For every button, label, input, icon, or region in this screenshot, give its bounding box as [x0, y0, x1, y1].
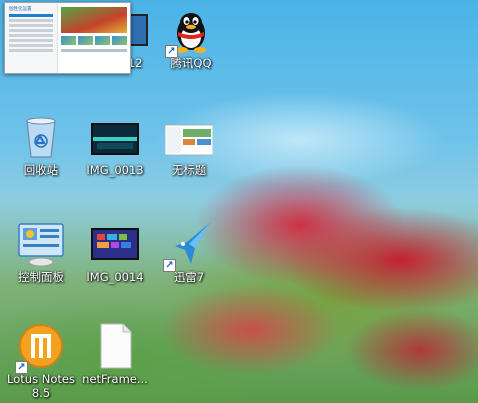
preview-theme-swatch — [61, 36, 76, 45]
recycle-bin-icon — [17, 113, 65, 161]
desktop-icon-recycle-bin[interactable]: 回收站 — [3, 113, 79, 177]
preview-title: 個性化設置 — [9, 7, 32, 12]
desktop-icon-label: 无标题 — [171, 163, 207, 177]
desktop-icon-label: 腾讯QQ — [170, 56, 212, 70]
window-preview-popup[interactable]: 個性化設置 — [4, 2, 131, 74]
picture-icon — [91, 113, 139, 161]
preview-theme-swatch — [112, 36, 127, 45]
preview-row — [9, 49, 53, 52]
xunlei-bird-icon: ↗ — [163, 220, 213, 272]
preview-row — [9, 14, 53, 17]
preview-bottom-bar — [61, 49, 127, 52]
preview-row — [9, 34, 53, 37]
control-panel-icon — [17, 220, 65, 268]
shortcut-arrow-icon: ↗ — [163, 259, 176, 272]
preview-row — [9, 44, 53, 47]
desktop-icon-xunlei[interactable]: ↗ 迅雷7 — [151, 220, 227, 284]
preview-theme-strip — [61, 36, 127, 45]
preview-sidebar: 個性化設置 — [5, 3, 58, 73]
desktop-icon-label: IMG_0014 — [86, 270, 144, 284]
desktop-icon-netframe[interactable]: netFrame... — [77, 322, 153, 386]
preview-row — [9, 24, 53, 27]
desktop-icon-label: Lotus Notes 8.5 — [7, 372, 75, 400]
shortcut-arrow-icon: ↗ — [165, 45, 178, 58]
picture-icon — [91, 220, 139, 268]
shortcut-arrow-icon: ↗ — [15, 361, 28, 374]
preview-wallpaper-thumbnail — [61, 7, 127, 33]
lotus-notes-icon: ↗ — [15, 322, 65, 374]
desktop-icon-label: 控制面板 — [18, 270, 64, 284]
desktop-icon-untitled[interactable]: 无标题 — [151, 113, 227, 177]
file-icon — [91, 322, 139, 370]
preview-row — [9, 39, 53, 42]
document-thumbnail-icon — [164, 113, 214, 161]
preview-content — [61, 7, 127, 52]
desktop-icon-label: 迅雷7 — [173, 270, 205, 284]
desktop-icon-lotus-notes[interactable]: ↗ Lotus Notes 8.5 — [3, 322, 79, 400]
desktop-icon-label: 回收站 — [23, 163, 59, 177]
desktop-icon-qq[interactable]: ↗ 腾讯QQ — [153, 6, 229, 70]
preview-row — [9, 19, 53, 22]
desktop-icon-label: netFrame... — [82, 372, 148, 386]
desktop-icon-img-0014[interactable]: IMG_0014 — [77, 220, 153, 284]
preview-theme-swatch — [78, 36, 93, 45]
preview-row — [9, 29, 53, 32]
desktop-icon-img-0013[interactable]: IMG_0013 — [77, 113, 153, 177]
desktop-icon-control-panel[interactable]: 控制面板 — [3, 220, 79, 284]
desktop[interactable]: ...012 ↗ 腾讯QQ — [0, 0, 478, 403]
preview-theme-swatch — [95, 36, 110, 45]
qq-penguin-icon: ↗ — [165, 6, 215, 58]
desktop-icon-label: IMG_0013 — [86, 163, 144, 177]
